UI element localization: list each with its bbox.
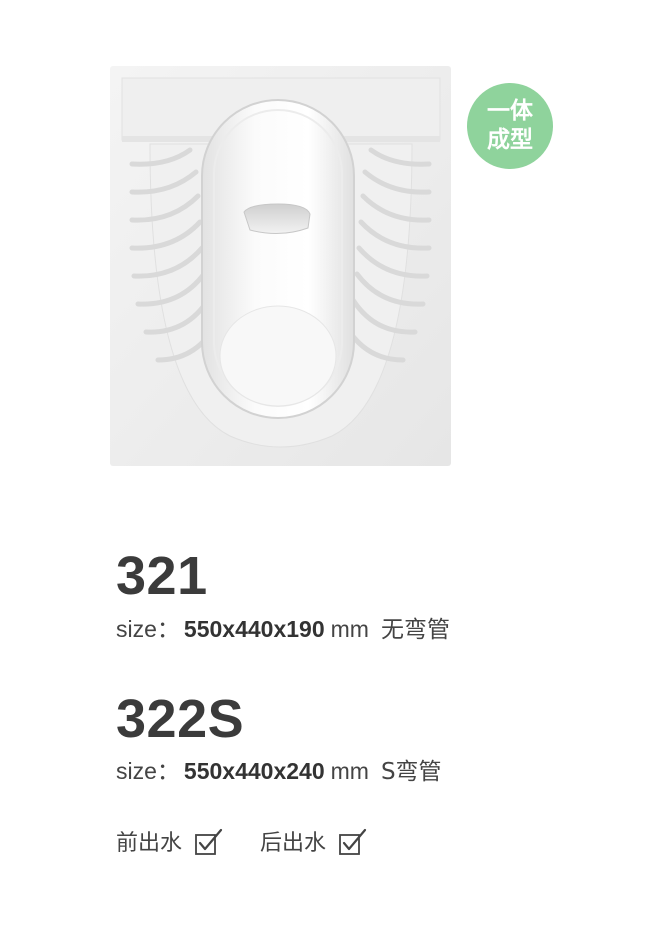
model-number: 322S: [116, 689, 245, 749]
size-value: 550x440x190: [183, 616, 325, 642]
size-spec: size： 550x440x190 mm 无弯管: [116, 618, 450, 642]
size-label: size: [116, 616, 157, 642]
outlet-front: 前出水: [116, 828, 224, 859]
squat-toilet-image: [110, 66, 451, 466]
one-piece-badge: 一体 成型: [467, 83, 553, 169]
model-number: 321: [116, 546, 208, 606]
size-unit: mm: [330, 616, 369, 642]
checkbox-checked-icon: [339, 828, 367, 855]
checkbox-checked-icon: [195, 828, 223, 855]
size-colon: ：: [156, 617, 180, 643]
trap-type: S弯管: [380, 759, 442, 785]
trap-type: 无弯管: [380, 617, 450, 643]
size-label: size: [116, 758, 157, 784]
outlet-rear: 后出水: [260, 828, 368, 859]
size-unit: mm: [330, 758, 369, 784]
badge-line-1: 一体: [487, 98, 533, 124]
badge-line-2: 成型: [487, 127, 533, 153]
outlet-rear-label: 后出水: [260, 831, 327, 856]
outlet-front-label: 前出水: [116, 831, 183, 856]
size-value: 550x440x240: [183, 758, 325, 784]
size-colon: ：: [156, 759, 180, 785]
size-spec: size： 550x440x240 mm S弯管: [116, 760, 442, 784]
